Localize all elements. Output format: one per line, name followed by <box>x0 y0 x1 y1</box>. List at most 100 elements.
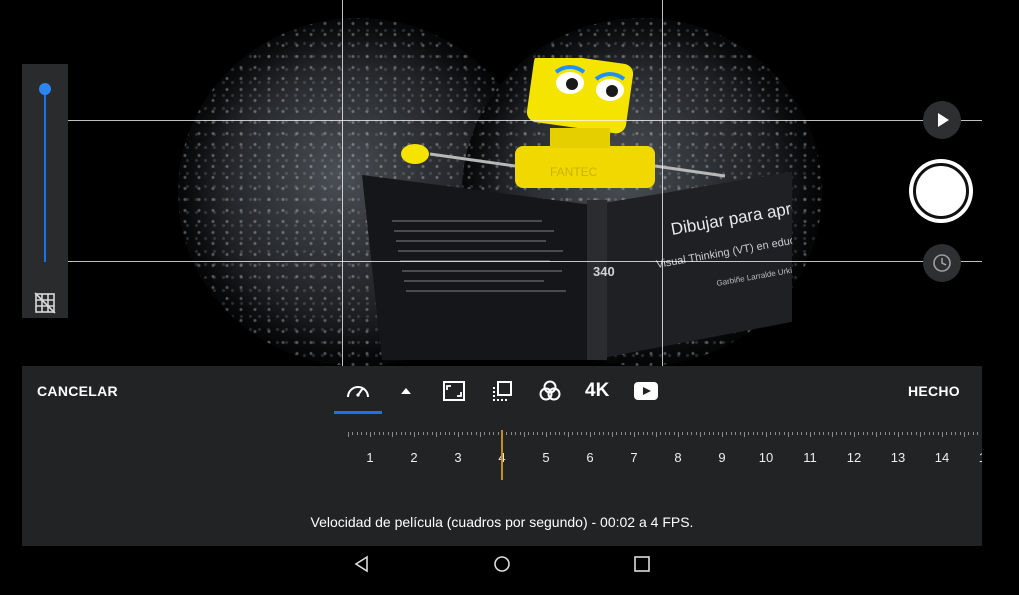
ruler-tick <box>717 432 719 435</box>
ruler-tick <box>955 432 957 435</box>
ruler-tick <box>942 432 943 437</box>
ruler-tick <box>612 432 613 437</box>
ruler-tick <box>757 432 759 435</box>
ruler-tick <box>559 432 561 435</box>
ruler-tick <box>810 432 811 437</box>
timer-button[interactable] <box>923 244 961 282</box>
ruler-tick <box>524 432 525 437</box>
ruler-tick <box>911 432 913 435</box>
ruler-tick <box>493 432 495 435</box>
ruler-label: 15 <box>979 450 982 465</box>
ruler-tick <box>348 432 349 437</box>
book-page-number: 340 <box>593 264 615 279</box>
grid-line-vertical-right <box>662 0 663 366</box>
ruler-tick <box>634 432 635 437</box>
youtube-play-icon[interactable] <box>633 378 659 404</box>
ruler-tick <box>396 432 398 435</box>
status-message: Velocidad de película (cuadros por segun… <box>310 514 694 530</box>
ruler-tick <box>779 432 781 435</box>
ruler-label: 5 <box>542 450 550 465</box>
grid-line-horizontal-top <box>68 120 982 121</box>
ruler-tick <box>959 432 961 435</box>
ruler-tick <box>836 432 838 435</box>
ruler-tick <box>471 432 473 435</box>
ruler-tick <box>893 432 895 435</box>
ruler-tick <box>682 432 684 435</box>
done-button[interactable]: HECHO <box>908 383 960 399</box>
ruler-tick <box>568 432 569 437</box>
robot-label: FANTEC <box>550 165 598 179</box>
ruler-label: 9 <box>718 450 726 465</box>
ruler-tick <box>766 432 767 437</box>
speedometer-icon[interactable] <box>345 378 371 404</box>
nav-recents-icon[interactable] <box>632 554 652 574</box>
ruler-tick <box>752 432 754 435</box>
ruler-tick <box>796 432 798 435</box>
ruler-tick <box>818 432 820 435</box>
cancel-button[interactable]: CANCELAR <box>37 383 118 399</box>
ruler-tick <box>735 432 737 435</box>
ruler-tick <box>651 432 653 435</box>
ruler-tick <box>563 432 565 435</box>
play-preview-button[interactable] <box>923 101 961 139</box>
ruler-tick <box>656 432 657 437</box>
triangle-up-icon[interactable] <box>393 378 419 404</box>
crop-icon[interactable] <box>489 378 515 404</box>
ruler-tick <box>532 432 534 435</box>
zoom-slider-handle[interactable] <box>39 83 51 95</box>
shutter-button[interactable] <box>909 159 973 223</box>
ruler-tick <box>444 432 446 435</box>
aspect-ratio-icon[interactable] <box>441 378 467 404</box>
ruler-tick <box>466 432 468 435</box>
ruler-tick <box>616 432 618 435</box>
ruler-tick <box>581 432 583 435</box>
ruler-tick <box>453 432 455 435</box>
color-filter-icon[interactable] <box>537 378 563 404</box>
ruler-tick <box>664 432 666 435</box>
ruler-tick <box>598 432 600 435</box>
ruler-tick <box>814 432 816 435</box>
book-image: 340 Dibujar para aprender Visual Thinkin… <box>362 171 792 360</box>
ruler-tick <box>620 432 622 435</box>
ruler-tick <box>576 432 578 435</box>
ruler-tick <box>708 432 710 435</box>
ruler-label: 12 <box>846 450 862 465</box>
ruler-tick <box>392 432 393 437</box>
4k-icon[interactable]: 4K <box>585 380 609 402</box>
ruler-tick <box>686 432 688 435</box>
ruler-tick <box>854 432 855 437</box>
ruler-tick <box>972 432 974 435</box>
ruler-tick <box>774 432 776 435</box>
nav-back-icon[interactable] <box>352 554 372 574</box>
ruler-tick <box>510 432 512 435</box>
ruler-tick <box>440 432 442 435</box>
ruler-tick <box>546 432 547 437</box>
ruler-tick <box>915 432 917 435</box>
ruler-tick <box>902 432 904 435</box>
ruler-tick <box>554 432 556 435</box>
ruler-tick <box>761 432 763 435</box>
camera-viewfinder[interactable]: 340 Dibujar para aprender Visual Thinkin… <box>0 0 1019 366</box>
nav-home-icon[interactable] <box>492 554 512 574</box>
ruler-tick <box>642 432 644 435</box>
ruler-tick <box>594 432 596 435</box>
ruler-tick <box>528 432 530 435</box>
ruler-tick <box>537 432 539 435</box>
ruler-tick <box>704 432 706 435</box>
ruler-tick <box>422 432 424 435</box>
zoom-slider-track[interactable] <box>44 90 46 262</box>
ruler-tick <box>387 432 389 435</box>
ruler-tick <box>515 432 517 435</box>
ruler-tick <box>638 432 640 435</box>
ruler-tick <box>933 432 935 435</box>
ruler-label: 3 <box>454 450 462 465</box>
ruler-tick <box>378 432 380 435</box>
ruler-tick <box>920 432 921 437</box>
play-icon <box>938 113 949 127</box>
grid-off-icon[interactable] <box>34 292 56 314</box>
ruler-tick <box>506 432 508 435</box>
grid-line-vertical-left <box>342 0 343 366</box>
fps-speed-ruler[interactable]: 123456789101112131415 <box>348 428 982 488</box>
ruler-selection-cursor[interactable] <box>501 430 503 480</box>
ruler-tick <box>374 432 376 435</box>
